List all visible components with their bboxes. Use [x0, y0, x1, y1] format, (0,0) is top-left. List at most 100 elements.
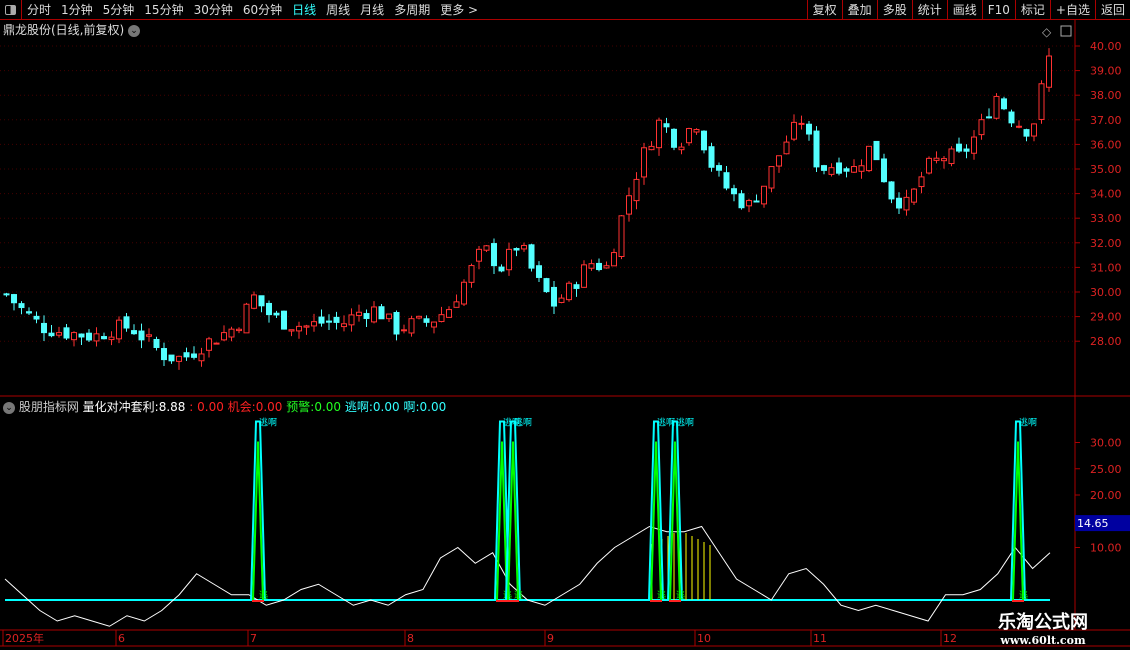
candle-body	[236, 328, 242, 332]
candle-body	[378, 306, 385, 320]
candle-body	[86, 332, 92, 341]
period-tab[interactable]: 60分钟	[238, 1, 287, 18]
indicator-f2-label: 机会:	[227, 400, 256, 414]
indicator-f3: 0.00	[314, 400, 342, 414]
price-tick-label: 40.00	[1090, 40, 1122, 53]
candle-body	[131, 330, 137, 335]
candle-body	[903, 196, 910, 211]
indicator-f4-label: 逃啊:	[344, 400, 373, 414]
signal-spike	[505, 420, 521, 601]
candle-body	[626, 195, 632, 215]
signal-spike-inner	[1012, 441, 1024, 601]
date-label: 11	[813, 632, 827, 645]
candle-body	[866, 145, 872, 172]
candle-body	[296, 325, 302, 332]
period-tab[interactable]: 30分钟	[189, 1, 238, 18]
candle-body	[1046, 55, 1052, 88]
period-tab[interactable]: 5分钟	[98, 1, 140, 18]
candle-body	[78, 333, 85, 338]
indicator-line	[4, 525, 1051, 627]
price-tick-label: 29.00	[1090, 311, 1122, 324]
candle-body	[431, 321, 437, 328]
signal-spike-inner	[669, 441, 681, 601]
candle-body	[11, 294, 17, 304]
price-tick-label: 30.00	[1090, 286, 1122, 299]
signal-top-label: 逃啊	[676, 417, 694, 429]
signal-bottom-label: 逃	[259, 589, 268, 601]
period-tab[interactable]: 1分钟	[56, 1, 98, 18]
candle-body	[168, 354, 175, 362]
candle-body	[656, 119, 662, 149]
toolbar-button[interactable]: F10	[981, 0, 1015, 20]
candle-body	[183, 352, 190, 358]
period-tab[interactable]: 15分钟	[139, 1, 188, 18]
candle-body	[806, 123, 812, 135]
date-label: 8	[407, 632, 414, 645]
signal-top-label: 逃啊	[514, 417, 532, 429]
toolbar-button[interactable]: +自选	[1049, 0, 1095, 20]
indicator-name[interactable]: 股朋指标网	[19, 400, 79, 414]
toolbar-button[interactable]: 多股	[876, 0, 912, 20]
candle-body	[221, 332, 227, 341]
chart-canvas[interactable]: 40.00 39.00 38.00 37.00 36.00 35.00 34.00 33.00…	[0, 0, 1130, 650]
candle-body	[453, 301, 460, 308]
candle-body	[371, 306, 377, 323]
candle-body	[851, 166, 857, 173]
candle-body	[198, 353, 205, 362]
candle-body	[513, 248, 520, 251]
toolbar-button[interactable]: 统计	[911, 0, 947, 20]
candle-body	[393, 311, 400, 335]
toolbar-button[interactable]: 标记	[1014, 0, 1050, 20]
price-tick-label: 35.00	[1090, 163, 1122, 176]
candle-body	[633, 178, 640, 202]
signal-top-label: 逃啊	[657, 417, 675, 429]
signal-bottom-label: 逃	[676, 589, 685, 601]
signal-spike-inner	[507, 441, 519, 601]
candle-body	[836, 162, 842, 174]
period-tabs: 分时 1分钟 5分钟 15分钟 30分钟 60分钟 日线 周线 月线 多周期 更多 >	[22, 1, 483, 18]
candle-body	[881, 158, 887, 183]
candle-body	[926, 157, 932, 174]
candle-body	[791, 121, 797, 140]
price-tick-label: 38.00	[1090, 89, 1122, 102]
indicator-value: 8.88	[158, 400, 186, 414]
candle-body	[161, 348, 167, 361]
candle-body	[828, 167, 835, 175]
indicator-tick-label: 30.00	[1090, 437, 1122, 450]
candle-body	[521, 244, 527, 250]
period-tab[interactable]: 日线	[287, 1, 321, 18]
candle-body	[476, 248, 482, 262]
candle-body	[911, 188, 917, 203]
date-label: 9	[547, 632, 554, 645]
signal-bottom-label: 逃	[1019, 589, 1028, 601]
candle-body	[993, 95, 1000, 119]
toolbar-button[interactable]: 叠加	[841, 0, 877, 20]
candle-body	[108, 336, 115, 341]
toolbar-button[interactable]: 复权	[806, 0, 842, 20]
candle-body	[401, 329, 407, 332]
price-tick-label: 37.00	[1090, 114, 1122, 127]
period-tab[interactable]: 月线	[355, 1, 389, 18]
candle-body	[386, 313, 392, 320]
date-label: 7	[250, 632, 257, 645]
candle-body	[738, 193, 745, 209]
chevron-down-icon[interactable]: ⌄	[3, 401, 15, 414]
period-tab[interactable]: 分时	[22, 1, 56, 18]
chevron-down-icon[interactable]: ⌄	[128, 24, 141, 37]
candle-body	[641, 147, 647, 178]
period-tab[interactable]: 多周期	[389, 1, 435, 18]
period-tab[interactable]: 更多 >	[435, 1, 483, 18]
candle-body	[1038, 83, 1045, 120]
candle-body	[1016, 125, 1022, 128]
signal-spike	[494, 420, 510, 601]
sidebar-toggle-button[interactable]	[0, 0, 22, 20]
candle-body	[153, 338, 160, 348]
candle-body	[858, 165, 865, 172]
candle-body	[123, 316, 130, 329]
toolbar-button[interactable]: 返回	[1094, 0, 1130, 20]
candle-body	[266, 302, 272, 316]
period-tab[interactable]: 周线	[321, 1, 355, 18]
price-tick-label: 28.00	[1090, 335, 1122, 348]
candle-body	[686, 128, 692, 144]
toolbar-button[interactable]: 画线	[946, 0, 982, 20]
